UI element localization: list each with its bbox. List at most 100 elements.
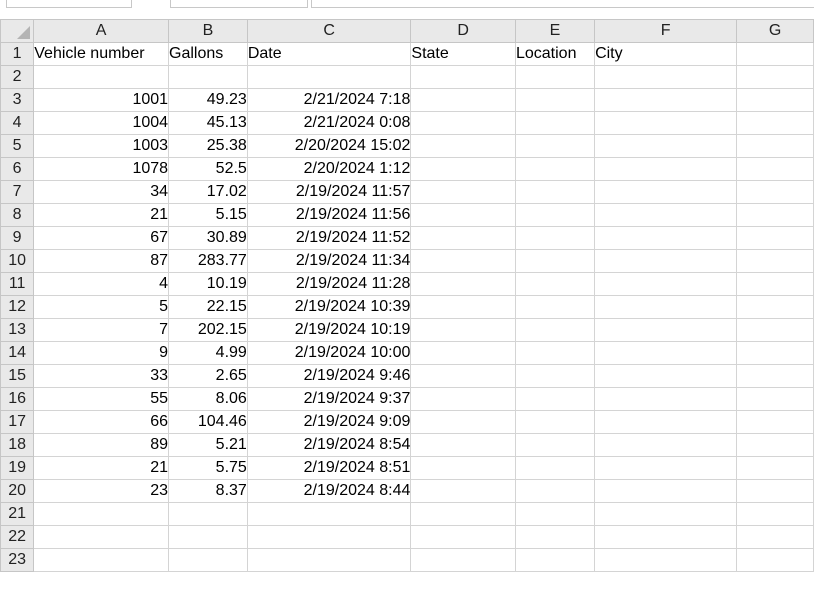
cell-a12[interactable]: 5 — [33, 295, 170, 319]
cell-a7[interactable]: 34 — [33, 180, 170, 204]
cell-f5[interactable] — [594, 134, 738, 158]
cell-d6[interactable] — [410, 157, 516, 181]
cell-c5[interactable]: 2/20/2024 15:02 — [246, 134, 412, 158]
cell-f9[interactable] — [594, 226, 738, 250]
column-header-a[interactable]: A — [33, 19, 170, 43]
cell-b7[interactable]: 17.02 — [168, 180, 248, 204]
cell-f14[interactable] — [594, 341, 738, 365]
cell-c18[interactable]: 2/19/2024 8:54 — [246, 433, 412, 457]
cell-a16[interactable]: 55 — [33, 387, 170, 411]
cell-a8[interactable]: 21 — [33, 203, 170, 227]
cell-b3[interactable]: 49.23 — [168, 88, 248, 112]
row-header[interactable]: 10 — [0, 249, 35, 273]
formula-bar[interactable] — [311, 0, 814, 8]
cell-a22[interactable] — [33, 525, 170, 549]
cell-f16[interactable] — [594, 387, 738, 411]
cell-f6[interactable] — [594, 157, 738, 181]
cell-g6[interactable] — [736, 157, 814, 181]
cell-d22[interactable] — [410, 525, 516, 549]
cell-e23[interactable] — [514, 548, 596, 572]
cell-b11[interactable]: 10.19 — [168, 272, 248, 296]
name-box[interactable] — [6, 0, 132, 8]
cell-e20[interactable] — [514, 479, 596, 503]
row-header[interactable]: 23 — [0, 548, 35, 572]
cell-d5[interactable] — [410, 134, 516, 158]
cell-c11[interactable]: 2/19/2024 11:28 — [246, 272, 412, 296]
cell-c3[interactable]: 2/21/2024 7:18 — [246, 88, 412, 112]
column-header-b[interactable]: B — [168, 19, 248, 43]
cell-a15[interactable]: 33 — [33, 364, 170, 388]
cell-g10[interactable] — [736, 249, 814, 273]
cell-e4[interactable] — [514, 111, 596, 135]
row-header[interactable]: 14 — [0, 341, 35, 365]
cell-e6[interactable] — [514, 157, 596, 181]
cell-b12[interactable]: 22.15 — [168, 295, 248, 319]
cell-a9[interactable]: 67 — [33, 226, 170, 250]
cell-e1[interactable]: Location — [514, 42, 596, 66]
cell-c21[interactable] — [246, 502, 412, 526]
formula-controls[interactable] — [170, 0, 308, 8]
cell-b14[interactable]: 4.99 — [168, 341, 248, 365]
row-header[interactable]: 21 — [0, 502, 35, 526]
cell-a19[interactable]: 21 — [33, 456, 170, 480]
cell-d16[interactable] — [410, 387, 516, 411]
cell-c1[interactable]: Date — [246, 42, 412, 66]
cell-c16[interactable]: 2/19/2024 9:37 — [246, 387, 412, 411]
cell-e16[interactable] — [514, 387, 596, 411]
row-header[interactable]: 13 — [0, 318, 35, 342]
cell-f20[interactable] — [594, 479, 738, 503]
cell-f3[interactable] — [594, 88, 738, 112]
cell-d7[interactable] — [410, 180, 516, 204]
cell-a20[interactable]: 23 — [33, 479, 170, 503]
cell-f23[interactable] — [594, 548, 738, 572]
cell-c12[interactable]: 2/19/2024 10:39 — [246, 295, 412, 319]
cell-c15[interactable]: 2/19/2024 9:46 — [246, 364, 412, 388]
cell-a14[interactable]: 9 — [33, 341, 170, 365]
cell-e19[interactable] — [514, 456, 596, 480]
cell-b13[interactable]: 202.15 — [168, 318, 248, 342]
cell-e12[interactable] — [514, 295, 596, 319]
cell-e17[interactable] — [514, 410, 596, 434]
cell-e18[interactable] — [514, 433, 596, 457]
column-header-e[interactable]: E — [514, 19, 596, 43]
cell-e13[interactable] — [514, 318, 596, 342]
cell-e2[interactable] — [514, 65, 596, 89]
cell-c7[interactable]: 2/19/2024 11:57 — [246, 180, 412, 204]
cell-g17[interactable] — [736, 410, 814, 434]
cell-c20[interactable]: 2/19/2024 8:44 — [246, 479, 412, 503]
cell-f2[interactable] — [594, 65, 738, 89]
cell-e5[interactable] — [514, 134, 596, 158]
cell-d18[interactable] — [410, 433, 516, 457]
row-header[interactable]: 11 — [0, 272, 35, 296]
cell-f21[interactable] — [594, 502, 738, 526]
row-header[interactable]: 2 — [0, 65, 35, 89]
cell-d12[interactable] — [410, 295, 516, 319]
row-header[interactable]: 3 — [0, 88, 35, 112]
row-header[interactable]: 12 — [0, 295, 35, 319]
row-header[interactable]: 20 — [0, 479, 35, 503]
row-header[interactable]: 4 — [0, 111, 35, 135]
cell-f13[interactable] — [594, 318, 738, 342]
cell-b22[interactable] — [168, 525, 248, 549]
cell-b20[interactable]: 8.37 — [168, 479, 248, 503]
cell-e7[interactable] — [514, 180, 596, 204]
cell-g1[interactable] — [736, 42, 814, 66]
cell-f8[interactable] — [594, 203, 738, 227]
cell-e14[interactable] — [514, 341, 596, 365]
cell-e3[interactable] — [514, 88, 596, 112]
cell-d17[interactable] — [410, 410, 516, 434]
cell-b21[interactable] — [168, 502, 248, 526]
cell-c6[interactable]: 2/20/2024 1:12 — [246, 157, 412, 181]
cell-d10[interactable] — [410, 249, 516, 273]
cell-d19[interactable] — [410, 456, 516, 480]
cell-c9[interactable]: 2/19/2024 11:52 — [246, 226, 412, 250]
cell-g16[interactable] — [736, 387, 814, 411]
cell-a13[interactable]: 7 — [33, 318, 170, 342]
cell-a4[interactable]: 1004 — [33, 111, 170, 135]
cell-g7[interactable] — [736, 180, 814, 204]
cell-g19[interactable] — [736, 456, 814, 480]
cell-f4[interactable] — [594, 111, 738, 135]
cell-e9[interactable] — [514, 226, 596, 250]
cell-c4[interactable]: 2/21/2024 0:08 — [246, 111, 412, 135]
cell-g11[interactable] — [736, 272, 814, 296]
